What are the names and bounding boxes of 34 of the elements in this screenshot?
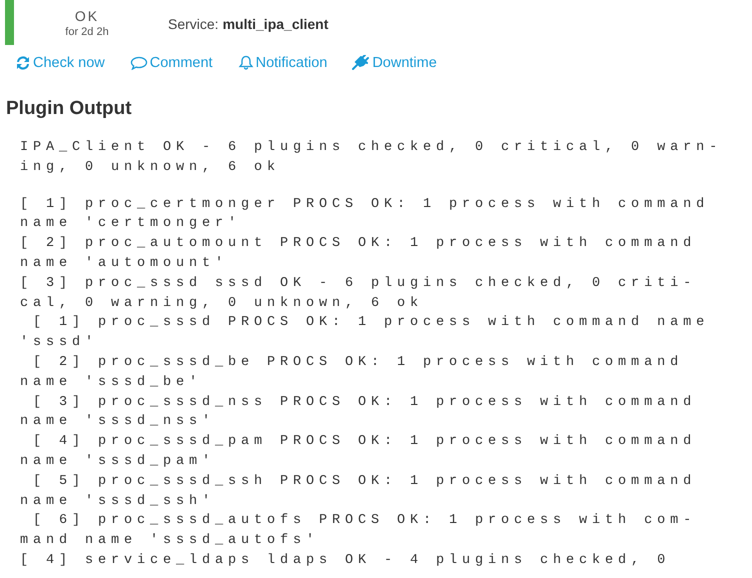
output-line: cal, 0 warning, 0 unknown, 6 ok [20, 294, 424, 313]
output-line: name 'sssd_nss' [20, 413, 216, 432]
output-line: 'sssd' [20, 334, 100, 352]
status-label: OK [74, 8, 100, 24]
notification-link[interactable]: Notification [238, 50, 328, 75]
output-line: [ 1] proc_sssd PROCS OK: 1 process with command name [32, 314, 710, 332]
section-heading: Plugin Output [6, 98, 133, 120]
service-label: Service: [168, 16, 219, 32]
service-name: multi_ipa_client [222, 16, 328, 32]
output-line: [ 6] proc_sssd_autofs PROCS OK: 1 process with com- [32, 512, 698, 530]
output-line: name 'sssd_ssh' [20, 492, 216, 511]
output-line: [ 1] proc_certmonger PROCS OK: 1 process with command [20, 196, 710, 214]
check-now-link[interactable]: Check now [15, 50, 105, 75]
output-line: name 'certmonger' [20, 215, 242, 234]
output-line: [ 4] proc_sssd_pam PROCS OK: 1 process with command [32, 433, 698, 452]
output-line: name 'sssd_be' [20, 374, 204, 392]
output-line: [ 4] service_ldaps ldaps OK - 4 plugins checked, 0 [20, 552, 672, 570]
output-line: [ 3] proc_sssd_nss PROCS OK: 1 process with command [32, 394, 698, 412]
speech-bubble-icon [130, 56, 148, 70]
refresh-icon [15, 56, 31, 70]
output-line: mand name 'sssd_autofs' [20, 532, 320, 550]
comment-link[interactable]: Comment [130, 50, 213, 75]
status-duration: for 2d 2h [65, 26, 109, 38]
bell-icon [238, 55, 254, 70]
output-line: ing, 0 unknown, 6 ok [20, 158, 282, 177]
output-line: IPA_Client OK - 6 plugins checked, 0 critical, 0 warn- [20, 139, 724, 157]
output-line: [ 3] proc_sssd sssd OK - 6 plugins checked, 0 criti- [20, 274, 698, 293]
output-line: name 'sssd_pam' [20, 452, 216, 471]
plug-icon [352, 55, 370, 70]
output-line: [ 5] proc_sssd_ssh PROCS OK: 1 process with command [32, 472, 698, 491]
output-line: [ 2] proc_automount PROCS OK: 1 process with command [20, 235, 698, 254]
downtime-link[interactable]: Downtime [352, 50, 437, 75]
output-line: [ 2] proc_sssd_be PROCS OK: 1 process with command [32, 354, 684, 372]
output-line: name 'automount' [20, 254, 230, 273]
